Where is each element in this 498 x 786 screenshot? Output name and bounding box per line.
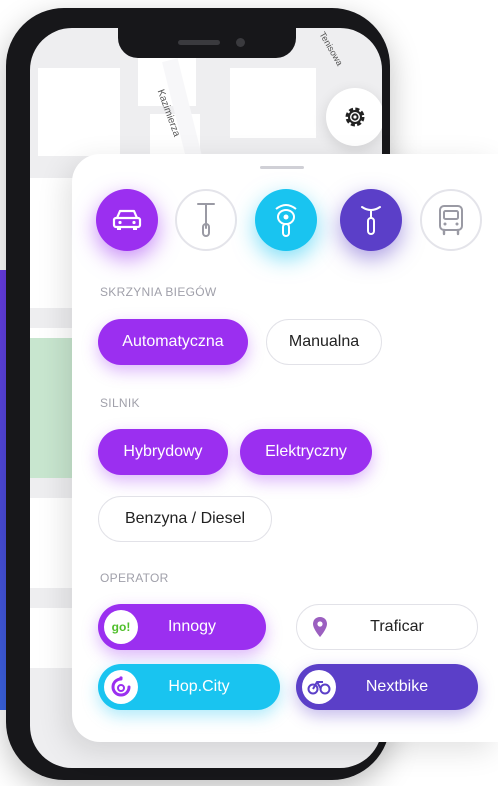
hopcity-logo-icon (111, 676, 131, 697)
operator-nextbike[interactable]: Nextbike (296, 664, 478, 710)
gear-icon (345, 107, 365, 127)
vehicle-moped-button[interactable] (255, 189, 317, 251)
operator-innogy[interactable]: go! Innogy (98, 604, 266, 650)
operator-innogy-label: Innogy (167, 618, 217, 635)
vehicle-bus-button[interactable] (420, 189, 482, 251)
moped-icon (275, 204, 297, 237)
street-label-tenisowa: Tenisowa (317, 30, 345, 68)
vehicle-bike-button[interactable] (340, 189, 402, 251)
traficar-logo (303, 610, 337, 644)
drag-handle[interactable] (260, 166, 304, 169)
operator-traficar-label: Traficar (370, 618, 424, 635)
chip-petrol-diesel[interactable]: Benzyna / Diesel (98, 496, 272, 542)
nextbike-logo (302, 670, 336, 704)
settings-button[interactable] (326, 88, 382, 146)
chip-manual[interactable]: Manualna (266, 319, 382, 365)
operator-section-title: OPERATOR (100, 571, 169, 585)
filter-panel: SKRZYNIA BIEGÓW Automatyczna Manualna SI… (72, 154, 498, 742)
innogy-logo: go! (104, 610, 138, 644)
gearbox-section-title: SKRZYNIA BIEGÓW (100, 285, 217, 299)
operator-hopcity[interactable]: Hop.City (98, 664, 280, 710)
location-pin-icon (313, 617, 327, 637)
operator-nextbike-label: Nextbike (365, 678, 429, 695)
bicycle-icon (361, 206, 381, 235)
hopcity-logo (104, 670, 138, 704)
phone-notch (118, 28, 296, 58)
vehicle-scooter-button[interactable] (175, 189, 237, 251)
chip-electric[interactable]: Elektryczny (240, 429, 372, 475)
nextbike-logo-icon (307, 681, 331, 695)
chip-automatic[interactable]: Automatyczna (98, 319, 248, 365)
chip-hybrid[interactable]: Hybrydowy (98, 429, 228, 475)
kick-scooter-icon (197, 203, 215, 237)
vehicle-car-button[interactable] (96, 189, 158, 251)
car-icon (112, 209, 142, 230)
engine-section-title: SILNIK (100, 396, 140, 410)
bus-icon (439, 205, 463, 236)
operator-traficar[interactable]: Traficar (296, 604, 478, 650)
operator-hopcity-label: Hop.City (168, 678, 230, 695)
